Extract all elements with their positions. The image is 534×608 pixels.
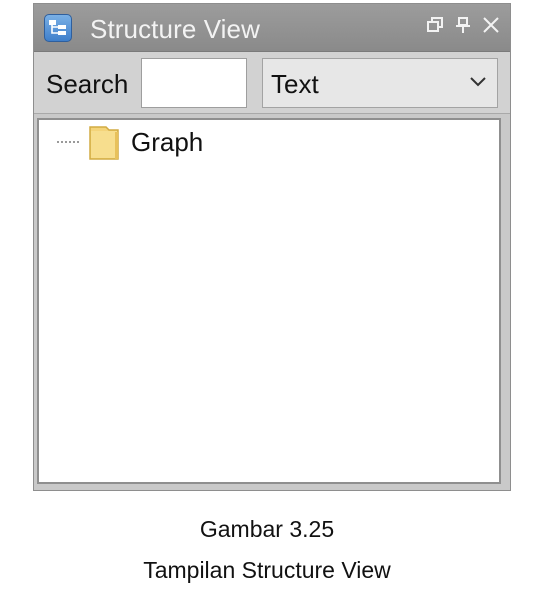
structure-tree[interactable]: Graph: [37, 118, 501, 484]
search-label: Search: [46, 69, 129, 99]
close-icon[interactable]: [482, 16, 500, 34]
window-controls: [426, 16, 500, 34]
structure-view-icon: [44, 14, 72, 42]
folder-icon: [89, 124, 119, 160]
tree-node-label: Graph: [131, 127, 204, 157]
filter-select-value: Text: [271, 69, 319, 99]
restore-window-icon[interactable]: [426, 16, 444, 34]
tree-node-graph[interactable]: Graph: [57, 122, 203, 162]
figure-caption: Tampilan Structure View: [143, 557, 391, 583]
chevron-down-icon: [469, 75, 487, 89]
tree-connector: [57, 140, 79, 144]
panel-title: Structure View: [90, 14, 260, 44]
figure-number: Gambar 3.25: [199, 516, 335, 542]
search-input[interactable]: [141, 58, 247, 108]
figure: Structure View Search Text Graph Gambar …: [0, 0, 534, 608]
search-toolbar: Search Text: [34, 52, 510, 114]
pin-icon[interactable]: [454, 16, 472, 34]
structure-view-panel: Structure View Search Text Graph: [33, 3, 511, 491]
filter-select[interactable]: Text: [262, 58, 498, 108]
panel-titlebar[interactable]: Structure View: [34, 4, 510, 52]
